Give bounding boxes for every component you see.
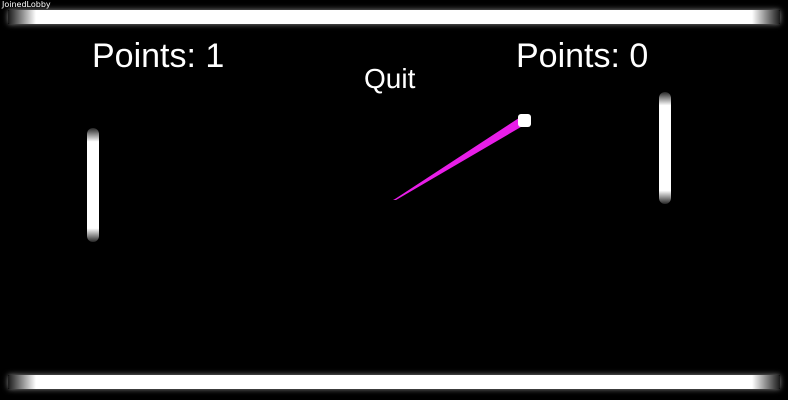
right-paddle [659, 92, 671, 204]
top-wall [8, 10, 780, 24]
quit-button[interactable]: Quit [364, 62, 415, 96]
window-title: JoinedLobby [2, 0, 51, 9]
left-paddle [87, 128, 99, 242]
right-player-score: Points: 0 [516, 37, 649, 75]
ball [518, 114, 531, 127]
bottom-wall [8, 375, 780, 389]
left-player-score: Points: 1 [92, 37, 225, 75]
ball-trail-stroke [393, 116, 526, 200]
